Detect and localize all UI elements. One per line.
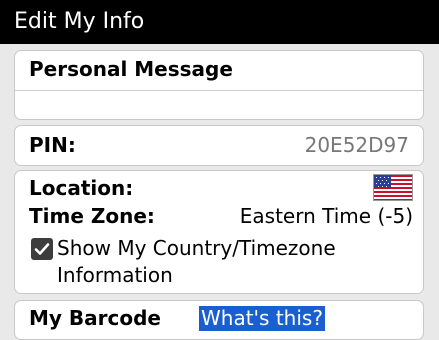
checkmark-icon [34,243,50,255]
location-label: Location: [29,176,134,200]
time-zone-label: Time Zone: [29,204,155,228]
us-flag-icon [373,174,413,201]
personal-message-input[interactable] [15,91,423,119]
page-title: Edit My Info [14,9,145,34]
show-country-timezone-checkbox[interactable] [31,238,53,260]
pin-value: 20E52D97 [304,133,409,157]
barcode-panel: My Barcode What's this? [14,300,424,340]
personal-message-panel: Personal Message [14,50,424,120]
pin-label: PIN: [29,133,76,157]
barcode-label: My Barcode [29,306,161,330]
location-panel: Location: Time Zone: Eastern Time (-5) S… [14,170,424,294]
title-bar: Edit My Info [0,0,439,44]
personal-message-label: Personal Message [29,57,233,81]
show-country-timezone-label[interactable]: Show My Country/Timezone Information [57,235,397,289]
pin-panel: PIN: 20E52D97 [14,125,424,166]
whats-this-link[interactable]: What's this? [199,306,325,331]
time-zone-value[interactable]: Eastern Time (-5) [240,204,413,228]
